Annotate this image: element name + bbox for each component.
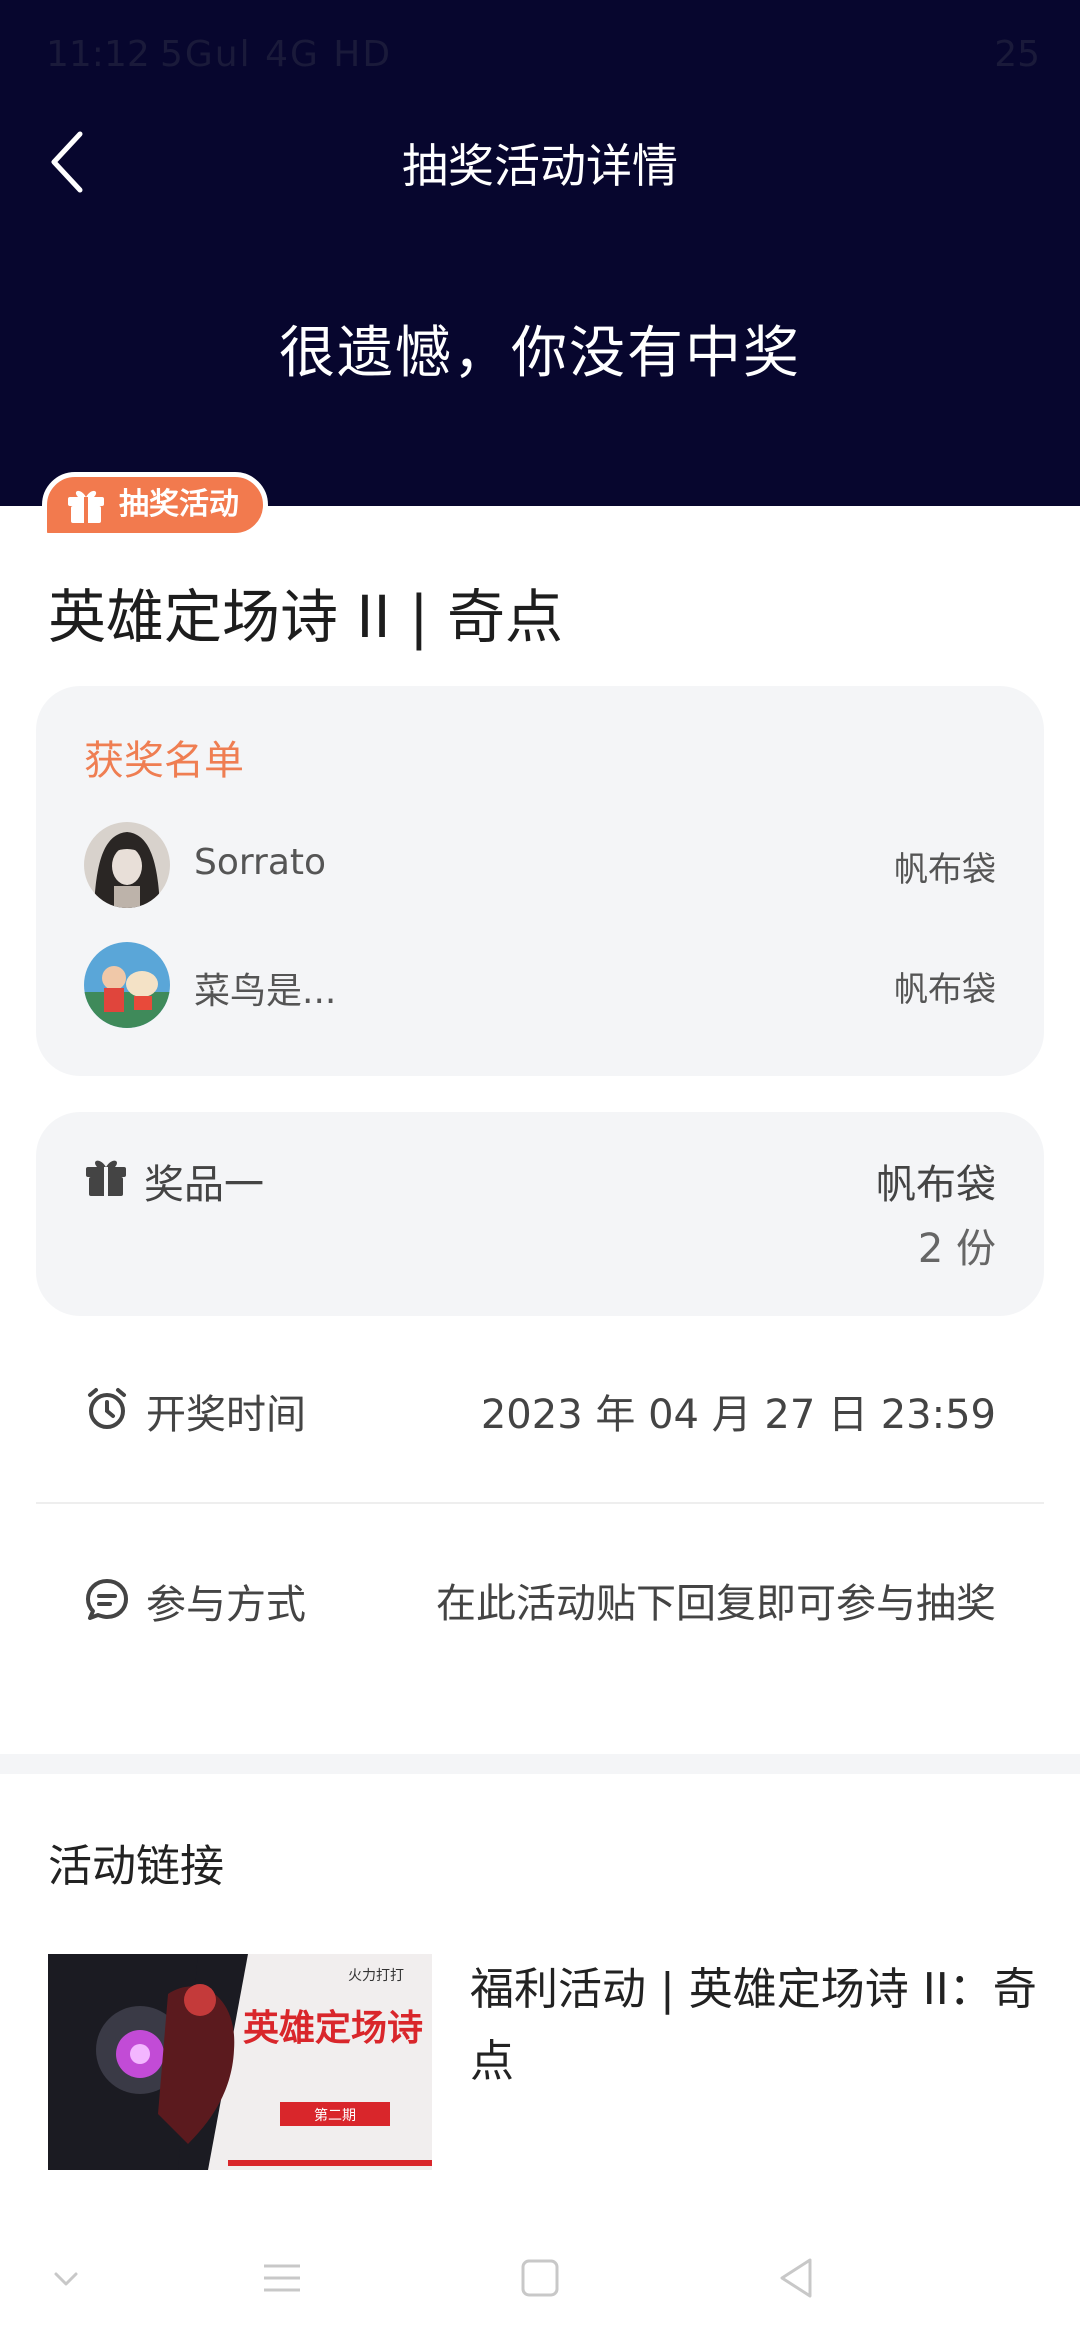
participation-value: 在此活动贴下回复即可参与抽奖	[436, 1581, 996, 1627]
winner-row[interactable]: Sorrato 帆布袋	[84, 822, 996, 908]
chat-bubble-icon	[86, 1579, 128, 1620]
alarm-clock-icon	[88, 1388, 126, 1429]
nav-collapse-button[interactable]	[36, 2248, 96, 2308]
link-text[interactable]: 福利活动 | 英雄定场诗 II：奇点	[470, 1954, 1040, 2098]
post-title: 英雄定场诗 II | 奇点	[48, 583, 564, 651]
divider	[36, 1502, 1044, 1504]
gift-icon	[68, 490, 104, 523]
page-title: 抽奖活动详情	[402, 139, 678, 193]
badge-label: 抽奖活动	[119, 487, 239, 522]
winner-name: Sorrato	[194, 842, 327, 883]
thumb-sub: 第二期	[314, 2107, 356, 2124]
prize-card: 奖品一 帆布袋 2 份	[36, 1112, 1044, 1316]
back-triangle-icon	[780, 2258, 812, 2298]
system-nav-bar	[0, 2220, 1080, 2340]
gift-icon	[86, 1160, 126, 1196]
chevron-down-icon	[54, 2272, 78, 2286]
draw-time-label: 开奖时间	[146, 1392, 306, 1438]
header: 11:12 5Gul 4G HD 25 抽奖活动详情 很遗憾，你没有中奖	[0, 0, 1080, 506]
status-bar: 11:12 5Gul 4G HD 25	[0, 0, 1080, 110]
nav-back-button[interactable]	[766, 2248, 826, 2308]
winners-title: 获奖名单	[84, 738, 244, 784]
avatar[interactable]	[84, 822, 170, 908]
thumb-brand: 火力打打	[348, 1967, 404, 1984]
lottery-badge: 抽奖活动	[42, 472, 268, 538]
nav-home-button[interactable]	[510, 2248, 570, 2308]
lottery-result: 很遗憾，你没有中奖	[279, 321, 801, 386]
prize-label: 奖品一	[144, 1162, 264, 1208]
draw-time-value: 2023 年 04 月 27 日 23:59	[480, 1392, 996, 1438]
winner-row[interactable]: 菜鸟是... 帆布袋	[84, 942, 996, 1028]
status-time: 11:12	[46, 34, 150, 75]
prize-name: 帆布袋	[876, 1162, 996, 1208]
link-thumbnail[interactable]: 火力打打 英雄定场诗 第二期	[48, 1954, 432, 2170]
participation-row: 参与方式 在此活动贴下回复即可参与抽奖	[84, 1568, 996, 1688]
status-network: 5Gul 4G HD	[160, 34, 393, 75]
winners-card: 获奖名单 Sorrato 帆布袋 菜鸟是... 帆布袋	[36, 686, 1044, 1076]
links-title: 活动链接	[48, 1841, 224, 1892]
nav-menu-button[interactable]	[252, 2248, 312, 2308]
draw-time-row: 开奖时间 2023 年 04 月 27 日 23:59	[84, 1378, 996, 1438]
winner-prize: 帆布袋	[894, 970, 996, 1010]
participation-label: 参与方式	[146, 1582, 306, 1628]
winner-name: 菜鸟是...	[194, 971, 337, 1012]
thumb-title: 英雄定场诗	[243, 2008, 423, 2049]
home-square-icon	[521, 2259, 559, 2297]
battery-indicator: 25	[994, 34, 1040, 75]
winner-prize: 帆布袋	[894, 850, 996, 890]
prize-count: 2 份	[917, 1226, 996, 1272]
avatar[interactable]	[84, 942, 170, 1028]
activity-link-card[interactable]: 火力打打 英雄定场诗 第二期 福利活动 | 英雄定场诗 II：奇点	[48, 1954, 1038, 2170]
menu-icon	[264, 2264, 300, 2292]
section-gap	[0, 1754, 1080, 1774]
